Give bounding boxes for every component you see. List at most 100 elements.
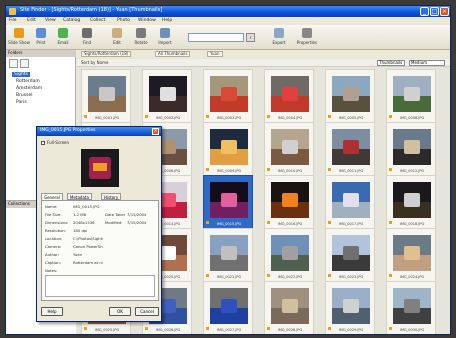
thumbnail-item[interactable]: IMG_0017.JPG	[325, 175, 375, 230]
dialog-tab-general[interactable]: General	[41, 193, 63, 200]
thumbnail-item[interactable]: IMG_0021.JPG	[203, 228, 253, 283]
search-input[interactable]	[188, 33, 244, 42]
thumbnail-image	[271, 235, 309, 271]
rotate-button[interactable]: Rotate	[130, 27, 152, 47]
thumbnail-caption: IMG_0002.JPG	[155, 116, 181, 120]
thumbnail-item[interactable]: IMG_0004.JPG	[264, 69, 314, 124]
property-value[interactable]: Rotterdam at night	[73, 260, 103, 265]
property-value[interactable]: Canon PowerShot	[73, 244, 103, 249]
property-value[interactable]: 7/15/2004	[127, 220, 157, 225]
full-screen-checkbox[interactable]: Full-Screen	[41, 140, 69, 145]
path-tab[interactable]: Sights/Rotterdam (18)	[81, 51, 132, 57]
minimize-button[interactable]: _	[420, 7, 429, 16]
ok-button[interactable]: OK	[109, 307, 131, 316]
thumbnail-image	[393, 235, 431, 271]
property-key: Name:	[45, 204, 58, 209]
thumbnail-item[interactable]: IMG_0015.JPG	[203, 175, 253, 230]
thumbnail-item[interactable]: IMG_0009.JPG	[203, 122, 253, 177]
property-value[interactable]: 1.2 MB	[73, 212, 103, 217]
checkbox-icon[interactable]	[41, 141, 45, 145]
view-select[interactable]: Thumbnails	[377, 60, 405, 66]
path-tab[interactable]: Yuan	[207, 51, 223, 57]
dialog-tab-history[interactable]: History	[101, 193, 122, 200]
thumbnail-item[interactable]: IMG_0022.JPG	[264, 228, 314, 283]
properties-button[interactable]: Properties	[296, 27, 318, 47]
tree-item-paris[interactable]: Paris	[16, 100, 27, 105]
thumbnail-item[interactable]: IMG_0028.JPG	[264, 281, 314, 334]
thumbnail-caption: IMG_0006.JPG	[399, 116, 425, 120]
help-button[interactable]: Help	[41, 307, 63, 316]
photo-subject	[282, 86, 298, 102]
export-button[interactable]: Export	[268, 27, 290, 47]
size-select[interactable]: Medium	[409, 60, 445, 66]
thumbnail-item[interactable]: IMG_0029.JPG	[325, 281, 375, 334]
thumbnail-item[interactable]: IMG_0005.JPG	[325, 69, 375, 124]
toolbar-button-label: Import	[158, 40, 172, 45]
preview-highlight	[93, 163, 107, 171]
folder-icon[interactable]	[9, 59, 18, 68]
import-button[interactable]: Import	[154, 27, 176, 47]
thumbnail-image	[393, 182, 431, 218]
property-value[interactable]: 2048x1536	[73, 220, 103, 225]
dialog-title[interactable]: IMG_0015.JPG Properties	[37, 127, 161, 136]
thumbnail-item[interactable]: IMG_0006.JPG	[386, 69, 436, 124]
tree-item-rotterdam[interactable]: Rotterdam	[16, 79, 40, 84]
tree-item-brussel[interactable]: Brussel	[16, 93, 33, 98]
edit-button[interactable]: Edit	[106, 27, 128, 47]
new-folder-icon[interactable]	[20, 59, 29, 68]
thumbnail-item[interactable]: IMG_0023.JPG	[325, 228, 375, 283]
property-value[interactable]: Yuan	[73, 252, 103, 257]
thumbnail-image	[271, 129, 309, 165]
thumbnail-item[interactable]: IMG_0010.JPG	[264, 122, 314, 177]
print-button[interactable]: Print	[30, 27, 52, 47]
menu-item-catalog[interactable]: Catalog	[63, 18, 80, 23]
property-key: Date Taken:	[105, 212, 125, 217]
search-go-button[interactable]: ›	[246, 33, 255, 42]
thumbnail-item[interactable]: IMG_0002.JPG	[142, 69, 192, 124]
menu-item-collect[interactable]: Collect	[90, 18, 105, 23]
photo-subject	[160, 245, 176, 261]
thumbnail-caption: IMG_0011.JPG	[338, 169, 364, 173]
slideshow-icon	[14, 28, 24, 38]
property-value[interactable]: 7/15/2004	[127, 212, 157, 217]
property-value[interactable]: 180 dpi	[73, 228, 103, 233]
find-button[interactable]: Find	[76, 27, 98, 47]
full-screen-label: Full-Screen	[47, 140, 70, 145]
property-key: Location:	[45, 236, 63, 241]
menu-item-view[interactable]: View	[45, 18, 56, 23]
dialog-tab-metadata[interactable]: Metadata	[67, 193, 92, 200]
thumbnail-item[interactable]: IMG_0011.JPG	[325, 122, 375, 177]
sort-label[interactable]: Sort by Name	[81, 60, 108, 65]
thumbnail-item[interactable]: IMG_0018.JPG	[386, 175, 436, 230]
menu-item-edit[interactable]: Edit	[27, 18, 36, 23]
property-value[interactable]: C:\Photos\Sights	[73, 236, 103, 241]
menu-item-help[interactable]: Help	[162, 18, 172, 23]
slide-show-button[interactable]: Slide Show	[8, 27, 30, 47]
email-button[interactable]: Email	[52, 27, 74, 47]
thumbnail-item[interactable]: IMG_0012.JPG	[386, 122, 436, 177]
properties-icon	[302, 28, 312, 38]
close-button[interactable]: ×	[440, 7, 449, 16]
menu-item-photo[interactable]: Photo	[117, 18, 130, 23]
thumbnail-item[interactable]: IMG_0003.JPG	[203, 69, 253, 124]
cancel-button[interactable]: Cancel	[135, 307, 159, 316]
tree-item-sights[interactable]: Sights	[12, 72, 30, 77]
envelope-icon	[58, 28, 68, 38]
menu-item-file[interactable]: File	[9, 18, 17, 23]
notes-textarea[interactable]	[45, 275, 155, 297]
dialog-close-button[interactable]: ×	[152, 128, 159, 135]
menu-item-window[interactable]: Window	[138, 18, 156, 23]
path-tab[interactable]: All Thumbnails	[155, 51, 191, 57]
title-bar[interactable]: Site Finder - [Sights/Rotterdam (18)] - …	[6, 6, 450, 17]
thumbnail-item[interactable]: IMG_0001.JPG	[81, 69, 131, 124]
thumbnail-item[interactable]: IMG_0024.JPG	[386, 228, 436, 283]
thumbnail-caption: IMG_0003.JPG	[216, 116, 242, 120]
property-value[interactable]: IMG_0015.JPG	[73, 204, 103, 209]
maximize-button[interactable]: □	[430, 7, 439, 16]
thumbnail-item[interactable]: IMG_0030.JPG	[386, 281, 436, 334]
thumbnail-item[interactable]: IMG_0027.JPG	[203, 281, 253, 334]
toolbar-button-label: Print	[36, 40, 46, 45]
thumbnail-item[interactable]: IMG_0016.JPG	[264, 175, 314, 230]
thumbnail-caption: IMG_0024.JPG	[399, 275, 425, 279]
tree-item-amsterdam[interactable]: Amsterdam	[16, 86, 42, 91]
